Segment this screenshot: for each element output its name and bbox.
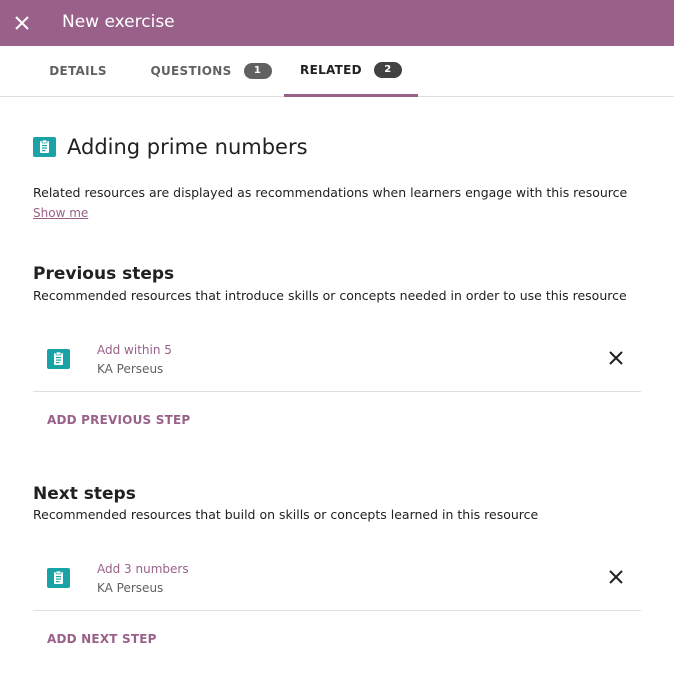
item-channel: KA Perseus — [97, 362, 164, 376]
app-bar: New exercise — [0, 0, 674, 46]
tab-details[interactable]: DETAILS — [46, 46, 110, 96]
item-channel: KA Perseus — [97, 581, 164, 595]
exercise-icon — [33, 137, 56, 157]
item-title-link[interactable]: Add 3 numbers — [97, 562, 189, 576]
resource-title: Adding prime numbers — [67, 135, 308, 159]
next-steps-title: Next steps — [33, 484, 136, 504]
next-steps-description: Recommended resources that build on skil… — [33, 507, 539, 522]
item-title-link[interactable]: Add within 5 — [97, 343, 172, 357]
list-item: Add within 5 KA Perseus — [33, 327, 641, 392]
tab-bar: DETAILS QUESTIONS 1 RELATED 2 — [0, 46, 674, 97]
resource-heading: Adding prime numbers — [33, 134, 308, 160]
remove-icon[interactable] — [607, 349, 625, 367]
tab-questions[interactable]: QUESTIONS 1 — [150, 46, 272, 96]
exercise-icon — [47, 349, 70, 369]
remove-icon[interactable] — [607, 568, 625, 586]
add-next-step-button[interactable]: ADD NEXT STEP — [47, 632, 157, 646]
page-title: New exercise — [62, 12, 175, 32]
close-icon[interactable] — [12, 13, 32, 33]
previous-steps-title: Previous steps — [33, 264, 175, 284]
questions-count-badge: 1 — [243, 63, 272, 79]
tab-label: QUESTIONS — [150, 64, 232, 78]
add-previous-step-button[interactable]: ADD PREVIOUS STEP — [47, 413, 190, 427]
tab-related[interactable]: RELATED 2 — [284, 46, 418, 97]
previous-steps-description: Recommended resources that introduce ski… — [33, 288, 627, 303]
show-me-link[interactable]: Show me — [33, 206, 88, 220]
related-info-text: Related resources are displayed as recom… — [33, 185, 628, 200]
related-count-badge: 2 — [373, 62, 402, 78]
tab-label: DETAILS — [49, 64, 107, 78]
exercise-icon — [47, 568, 70, 588]
list-item: Add 3 numbers KA Perseus — [33, 546, 641, 611]
tab-label: RELATED — [300, 63, 362, 77]
